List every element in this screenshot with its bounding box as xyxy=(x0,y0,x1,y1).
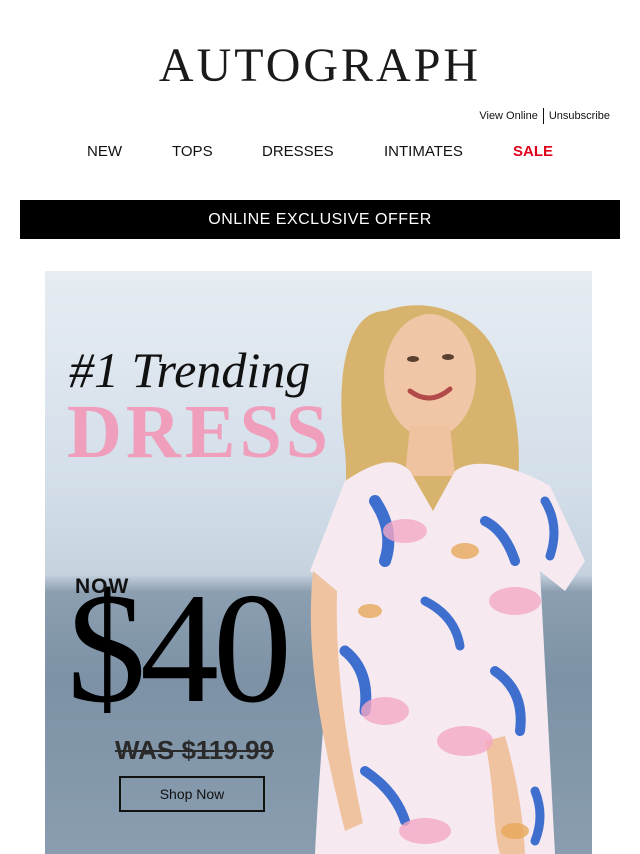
main-nav: NEW TOPS DRESSES INTIMATES SALE xyxy=(0,143,640,163)
nav-item-new[interactable]: NEW xyxy=(87,143,122,160)
now-label: NOW xyxy=(75,575,130,598)
view-online-link[interactable]: View Online xyxy=(479,110,538,122)
nav-item-sale[interactable]: SALE xyxy=(513,143,553,160)
headline-dress: DRESS xyxy=(67,390,332,474)
divider xyxy=(542,108,544,124)
nav-item-intimates[interactable]: INTIMATES xyxy=(384,143,463,160)
utility-links: View Online Unsubscribe xyxy=(479,108,610,124)
unsubscribe-link[interactable]: Unsubscribe xyxy=(549,110,610,122)
brand-logo[interactable]: AUTOGRAPH xyxy=(0,40,640,92)
nav-item-dresses[interactable]: DRESSES xyxy=(262,143,334,160)
was-price: WAS $119.99 xyxy=(115,735,274,765)
hero-image[interactable]: #1 Trending DRESS $40 NOW WAS $119.99 Sh… xyxy=(45,271,592,854)
offer-banner[interactable]: ONLINE EXCLUSIVE OFFER xyxy=(20,200,620,239)
shop-now-button[interactable]: Shop Now xyxy=(119,776,265,812)
nav-item-tops[interactable]: TOPS xyxy=(172,143,213,160)
